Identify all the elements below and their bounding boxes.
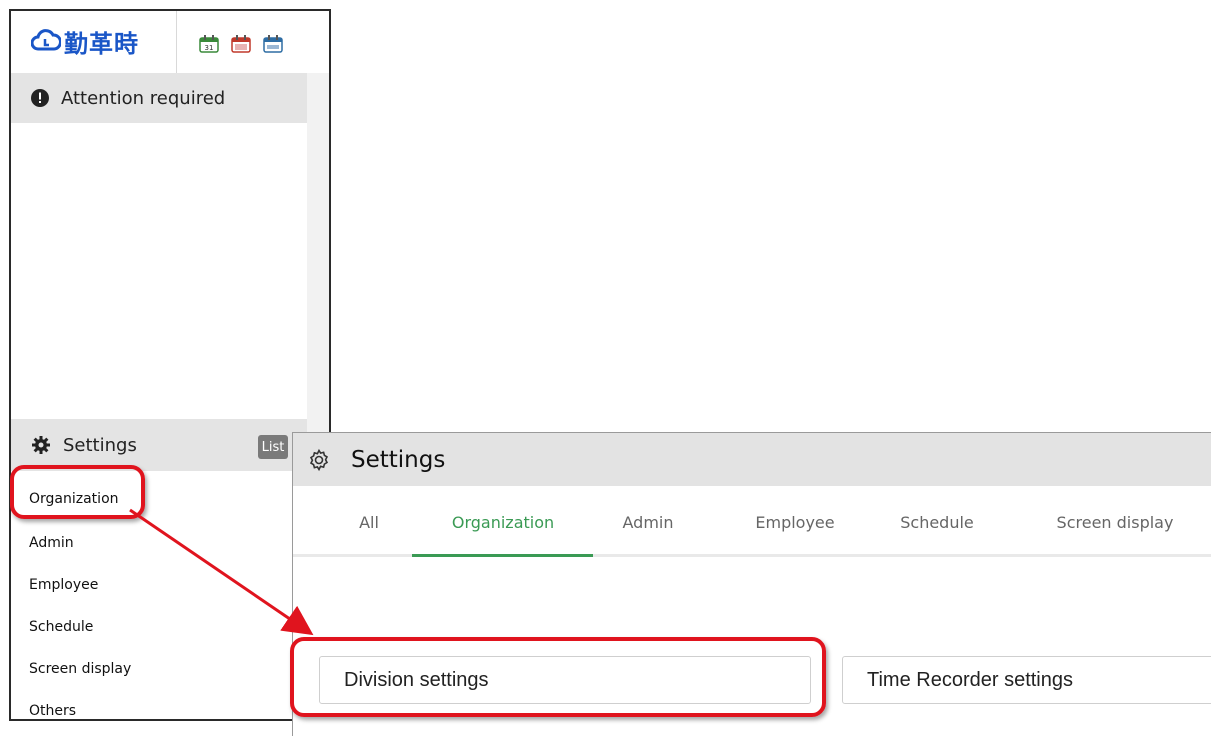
settings-label: Settings (63, 434, 137, 456)
logo-text: 勤革時 (64, 29, 139, 58)
callout-organization-highlight (10, 465, 145, 519)
tab-all[interactable]: All (359, 513, 379, 532)
cloud-logo-icon (31, 29, 61, 51)
tab-admin[interactable]: Admin (623, 513, 674, 532)
svg-text:31: 31 (205, 44, 214, 52)
sidebar-item-others[interactable]: Others (29, 703, 76, 719)
callout-division-highlight (290, 637, 826, 717)
sidebar-item-admin[interactable]: Admin (29, 535, 74, 551)
time-recorder-settings-button[interactable]: Time Recorder settings (842, 656, 1211, 704)
panel-header: Settings (293, 433, 1211, 486)
tab-schedule[interactable]: Schedule (900, 513, 974, 532)
calendar-monthly-icon[interactable] (231, 35, 251, 53)
tab-organization[interactable]: Organization (452, 513, 554, 532)
gear-outline-icon (309, 448, 329, 471)
tab-screen-display[interactable]: Screen display (1057, 513, 1174, 532)
logo-row: 勤革時 31 (11, 11, 329, 73)
attention-label: Attention required (61, 87, 226, 109)
list-badge-button[interactable]: List (258, 435, 288, 459)
active-tab-indicator (412, 554, 593, 557)
calendar-yearly-icon[interactable] (263, 35, 283, 53)
app-logo[interactable]: 勤革時 (31, 27, 139, 58)
calendar-31-icon[interactable]: 31 (199, 35, 219, 53)
attention-bar[interactable]: Attention required (11, 73, 307, 123)
exclamation-circle-icon (31, 89, 49, 107)
tab-employee[interactable]: Employee (755, 513, 834, 532)
divider (176, 11, 177, 73)
panel-title: Settings (351, 446, 446, 473)
gear-icon (32, 436, 50, 454)
sidebar-item-screen-display[interactable]: Screen display (29, 661, 131, 677)
sidebar-item-schedule[interactable]: Schedule (29, 619, 93, 635)
sidebar: 勤革時 31 Attention required Settings List … (9, 9, 331, 721)
sidebar-item-employee[interactable]: Employee (29, 577, 98, 593)
